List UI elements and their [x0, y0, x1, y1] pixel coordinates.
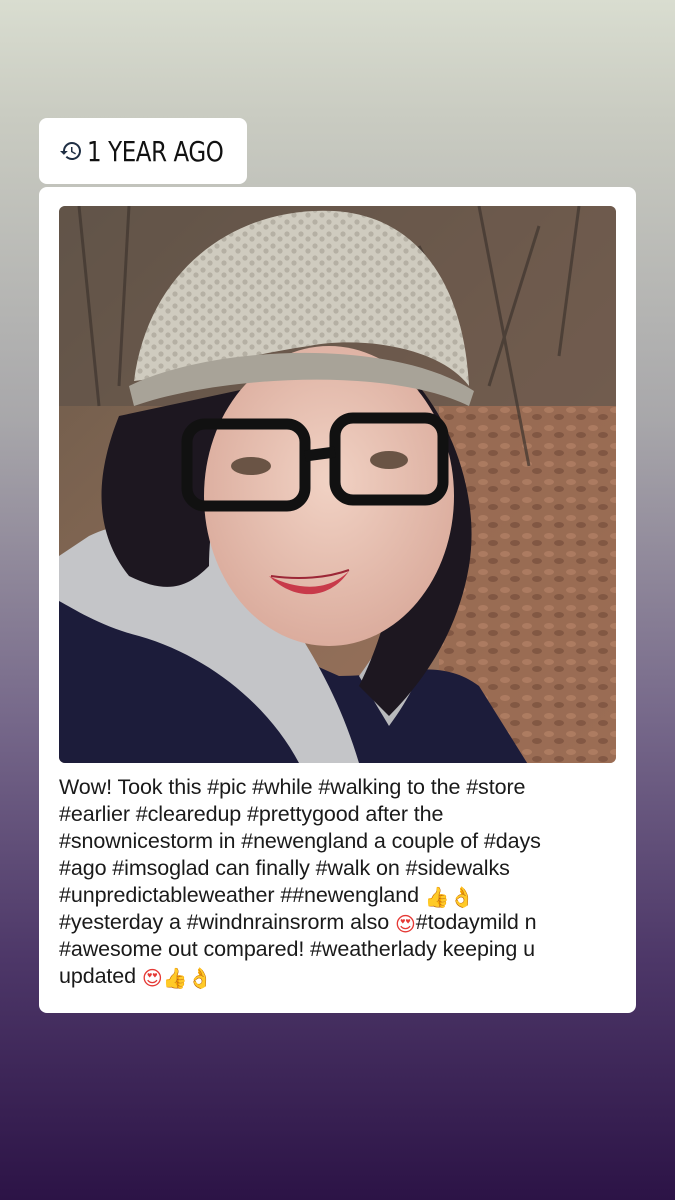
- caption-line: Wow! Took this #pic #while #walking to t…: [59, 775, 526, 799]
- caption-line-with-emoji: updated 😍👍👌: [59, 963, 619, 990]
- caption-text: #yesterday a #windnrainsrorm also: [59, 910, 390, 934]
- memory-badge[interactable]: 1 YEAR AGO: [39, 118, 247, 184]
- caption-line: #ago #imsoglad can finally #walk on #sid…: [59, 856, 510, 880]
- thumbs-up-icon: 👍: [162, 966, 188, 990]
- post-photo[interactable]: [59, 206, 616, 763]
- caption-line: #snownicestorm in #newengland a couple o…: [59, 829, 541, 853]
- caption-text: #unpredictableweather ##newengland: [59, 883, 419, 907]
- post-caption: Wow! Took this #pic #while #walking to t…: [59, 774, 619, 990]
- caption-line: #awesome out compared! #weatherlady keep…: [59, 937, 535, 961]
- caption-line: #earlier #clearedup #prettygood after th…: [59, 802, 444, 826]
- thumbs-up-icon: 👍: [424, 885, 450, 909]
- caption-line-with-emoji: #yesterday a #windnrainsrorm also 😍#toda…: [59, 909, 619, 936]
- caption-line-with-emoji: #unpredictableweather ##newengland 👍👌: [59, 882, 619, 909]
- caption-text: updated: [59, 964, 137, 988]
- ok-hand-icon: 👌: [187, 966, 213, 990]
- heart-eyes-icon: 😍: [141, 966, 163, 990]
- history-icon: [59, 139, 83, 163]
- caption-text: #todaymild n: [415, 910, 537, 934]
- memory-label: 1 YEAR AGO: [87, 134, 224, 168]
- post-card: Wow! Took this #pic #while #walking to t…: [39, 187, 636, 1013]
- ok-hand-icon: 👌: [449, 885, 475, 909]
- heart-eyes-icon: 😍: [394, 912, 416, 936]
